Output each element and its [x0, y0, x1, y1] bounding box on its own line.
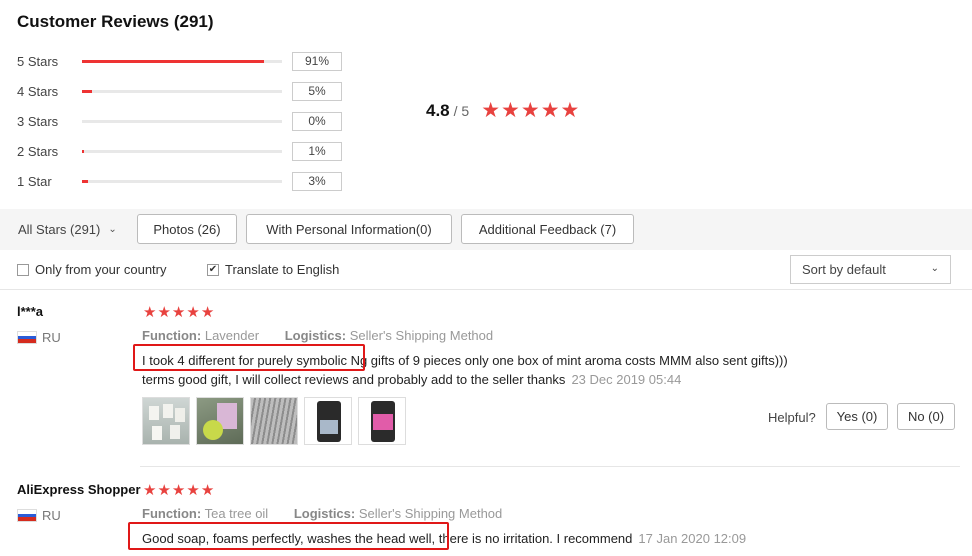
rating-row-1[interactable]: 1 Star 3%: [17, 171, 342, 191]
country-code: RU: [42, 508, 61, 523]
review-date: 17 Jan 2020 12:09: [638, 531, 747, 546]
logistics-label: Logistics:: [293, 506, 356, 521]
rating-row-3[interactable]: 3 Stars 0%: [17, 111, 342, 131]
rating-row-4[interactable]: 4 Stars 5%: [17, 81, 342, 101]
review-date: 23 Dec 2019 05:44: [571, 372, 682, 387]
rating-percent: 0%: [292, 111, 342, 131]
reviewer-country: RU: [17, 508, 61, 523]
logistics-label: Logistics:: [284, 328, 347, 343]
review-photos: [142, 397, 412, 445]
function-value: Lavender: [204, 328, 260, 343]
rating-row-2[interactable]: 2 Stars 1%: [17, 141, 342, 161]
additional-feedback-filter-button[interactable]: Additional Feedback (7): [461, 214, 634, 244]
rating-percent: 3%: [292, 171, 342, 191]
rating-row-5[interactable]: 5 Stars 91%: [17, 51, 342, 71]
review-text-line: terms good gift, I will collect reviews …: [142, 372, 566, 387]
star-icon: ★: [481, 99, 501, 122]
page-title: Customer Reviews (291): [17, 12, 214, 31]
translate-checkbox[interactable]: ✔: [207, 263, 219, 276]
helpful-no-button[interactable]: No (0): [897, 403, 955, 430]
translate-label: Translate to English: [225, 262, 340, 277]
average-rating-scale: / 5: [453, 102, 470, 119]
function-label: Function:: [142, 506, 202, 521]
review-photo-thumbnail[interactable]: [304, 397, 352, 445]
star-icon: ★: [143, 482, 157, 499]
reviewer-name: l***a: [17, 304, 44, 319]
all-stars-label: All Stars (291): [18, 222, 101, 237]
rating-label: 2 Stars: [17, 143, 59, 159]
logistics-value: Seller's Shipping Method: [349, 328, 494, 343]
rating-bar-fill: [82, 89, 92, 93]
translate-option[interactable]: ✔ Translate to English: [207, 262, 339, 277]
review-stars: ★ ★ ★ ★ ★: [143, 305, 215, 320]
star-icon: ★: [157, 482, 171, 499]
sort-select-value: Sort by default: [802, 262, 886, 277]
all-stars-dropdown[interactable]: All Stars (291) ⌄: [18, 222, 117, 237]
chevron-down-icon: ⌄: [930, 263, 939, 274]
function-label: Function:: [142, 328, 202, 343]
star-icon: ★: [186, 482, 200, 499]
star-icon: ★: [200, 304, 215, 321]
review-photo-thumbnail[interactable]: [196, 397, 244, 445]
star-icon: ★: [540, 99, 560, 122]
only-country-option[interactable]: Only from your country: [17, 262, 167, 277]
rating-label: 5 Stars: [17, 53, 59, 69]
average-rating: 4.8 / 5 ★ ★ ★ ★ ★: [426, 100, 580, 121]
review-photo-thumbnail[interactable]: [358, 397, 406, 445]
helpful-label: Helpful?: [768, 410, 816, 425]
rating-percent: 91%: [292, 51, 342, 71]
rating-label: 4 Stars: [17, 83, 59, 99]
review-photo-thumbnail[interactable]: [250, 397, 298, 445]
review-stars: ★ ★ ★ ★ ★: [143, 483, 215, 498]
rating-label: 3 Stars: [17, 113, 59, 129]
rating-label: 1 Star: [17, 173, 52, 189]
rating-percent: 5%: [292, 81, 342, 101]
average-stars: ★ ★ ★ ★ ★: [481, 100, 580, 121]
highlight-box: [133, 344, 365, 371]
star-icon: ★: [186, 304, 200, 321]
country-code: RU: [42, 330, 61, 345]
filter-bar: All Stars (291) ⌄ Photos (26) With Perso…: [0, 209, 972, 250]
review-divider: [140, 466, 960, 467]
star-icon: ★: [171, 482, 186, 499]
star-icon: ★: [171, 304, 186, 321]
reviewer-name: AliExpress Shopper: [17, 482, 141, 497]
logistics-value: Seller's Shipping Method: [358, 506, 503, 521]
sort-select[interactable]: Sort by default ⌄: [790, 255, 951, 284]
rating-bar: [82, 119, 282, 123]
reviewer-country: RU: [17, 330, 61, 345]
chevron-down-icon: ⌄: [108, 224, 117, 235]
review-photo-thumbnail[interactable]: [142, 397, 190, 445]
rating-bar: [82, 179, 282, 183]
star-icon: ★: [143, 304, 157, 321]
rating-percent: 1%: [292, 141, 342, 161]
russia-flag-icon: [17, 509, 37, 522]
only-country-label: Only from your country: [35, 262, 167, 277]
russia-flag-icon: [17, 331, 37, 344]
star-icon: ★: [520, 99, 540, 122]
review-meta: Function: Lavender Logistics: Seller's S…: [142, 328, 493, 343]
star-icon: ★: [200, 482, 215, 499]
rating-bar-fill: [82, 179, 88, 183]
personal-info-filter-button[interactable]: With Personal Information(0): [246, 214, 452, 244]
rating-bar-fill: [82, 59, 264, 63]
star-icon: ★: [157, 304, 171, 321]
star-icon: ★: [501, 99, 520, 122]
average-rating-value: 4.8: [426, 100, 450, 120]
function-value: Tea tree oil: [204, 506, 269, 521]
star-icon: ★: [560, 99, 580, 122]
review-meta: Function: Tea tree oil Logistics: Seller…: [142, 506, 502, 521]
only-country-checkbox[interactable]: [17, 263, 29, 276]
rating-bar: [82, 89, 282, 93]
rating-bar: [82, 149, 282, 153]
photos-filter-button[interactable]: Photos (26): [137, 214, 237, 244]
rating-bar: [82, 59, 282, 63]
highlight-box: [128, 522, 449, 550]
divider: [0, 289, 972, 290]
helpful-yes-button[interactable]: Yes (0): [826, 403, 888, 430]
rating-bar-fill: [82, 149, 84, 153]
